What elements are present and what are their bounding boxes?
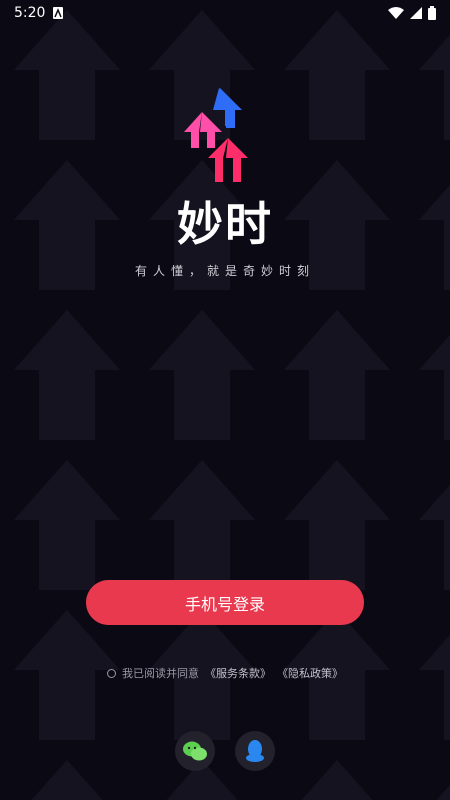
signal-icon: [410, 7, 422, 19]
wechat-login-button[interactable]: [175, 731, 215, 771]
battery-icon: [428, 6, 436, 20]
terms-link[interactable]: 《服务条款》: [205, 665, 271, 681]
phone-login-button[interactable]: 手机号登录: [86, 580, 364, 625]
status-left: 5:20: [14, 5, 64, 21]
status-bar: 5:20: [0, 0, 450, 26]
agreement-checkbox[interactable]: [107, 668, 116, 678]
wechat-icon: [183, 741, 207, 761]
status-time: 5:20: [14, 5, 46, 21]
app-slogan: 有人懂，就是奇妙时刻: [134, 264, 315, 278]
status-right: [388, 6, 436, 20]
agreement-row: 我已阅读并同意 《服务条款》 《隐私政策》: [0, 665, 450, 681]
qq-login-button[interactable]: [235, 731, 275, 771]
agreement-text: 我已阅读并同意: [122, 667, 199, 680]
wifi-icon: [388, 7, 404, 19]
notification-icon: [53, 7, 64, 19]
qq-penguin-icon: [246, 740, 264, 762]
app-logo: [184, 88, 248, 182]
app-title: 妙时: [177, 197, 273, 251]
privacy-link[interactable]: 《隐私政策》: [277, 665, 343, 681]
